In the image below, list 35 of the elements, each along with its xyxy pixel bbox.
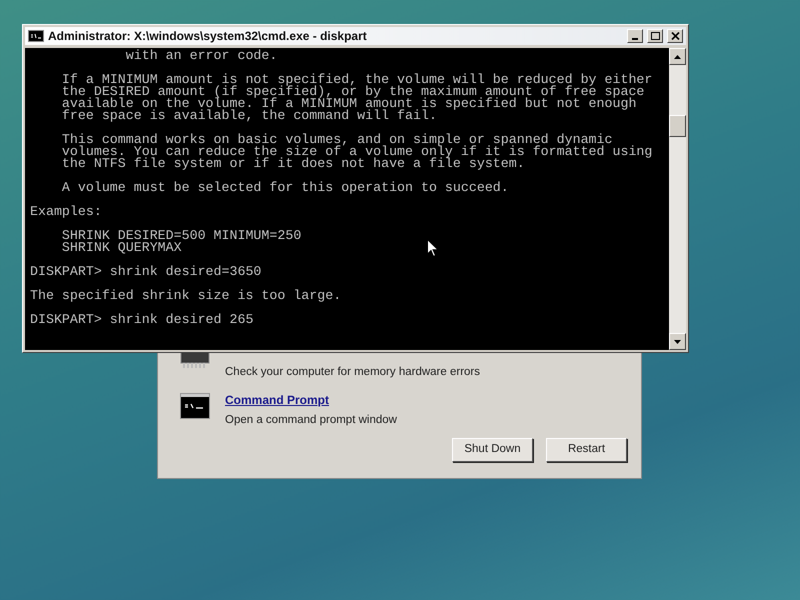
console-icon [28, 30, 44, 42]
console-line: DISKPART> shrink desired=3650 [30, 266, 262, 278]
console-line: SHRINK QUERYMAX [60, 242, 182, 254]
scroll-down-button[interactable] [669, 333, 686, 350]
scrollbar[interactable] [669, 48, 686, 350]
console-line: the NTFS file system or if it does not have a file system. [60, 158, 525, 170]
console-line: This command works on basic volumes, and on simple or spanned dynamic [60, 134, 612, 146]
console-line: If a MINIMUM amount is not specified, the volume will be reduced by either [60, 74, 652, 86]
scroll-thumb[interactable] [669, 115, 686, 137]
console-line: available on the volume. If a MINIMUM amount is specified but not enough [60, 98, 636, 110]
console-line: free space is available, the command will fail. [60, 110, 437, 122]
close-icon [670, 32, 680, 40]
dialog-button[interactable]: Shut Down [452, 438, 533, 462]
minimize-button[interactable] [627, 29, 643, 43]
up-arrow-icon [674, 54, 681, 58]
window-title: Administrator: X:\windows\system32\cmd.exe - diskpart [48, 28, 368, 45]
close-button[interactable] [667, 29, 683, 43]
mouse-pointer-icon [427, 239, 439, 258]
console-line: A volume must be selected for this operation to succeed. [60, 182, 509, 194]
console-line: DISKPART> shrink desired 265 [30, 314, 254, 326]
console-line: The specified shrink size is too large. [30, 290, 342, 302]
tool-description: Check your computer for memory hardware errors [225, 365, 480, 380]
scroll-up-button[interactable] [669, 48, 686, 65]
dialog-button[interactable]: Restart [546, 438, 627, 462]
down-arrow-icon [674, 340, 681, 344]
console-line: the DESIRED amount (if specified), or by the maximum amount of free space [60, 86, 644, 98]
tool-link[interactable]: Command Prompt [225, 393, 397, 408]
maximize-icon [650, 32, 660, 40]
maximize-button[interactable] [647, 29, 663, 43]
tool-description: Open a command prompt window [225, 413, 397, 428]
console-icon [180, 393, 210, 420]
console-line: Examples: [30, 206, 102, 218]
console-line: with an error code. [124, 50, 278, 62]
console-line: volumes. You can reduce the size of a volume only if it is formatted using [60, 146, 652, 158]
console-line: SHRINK DESIRED=500 MINIMUM=250 [60, 230, 302, 242]
